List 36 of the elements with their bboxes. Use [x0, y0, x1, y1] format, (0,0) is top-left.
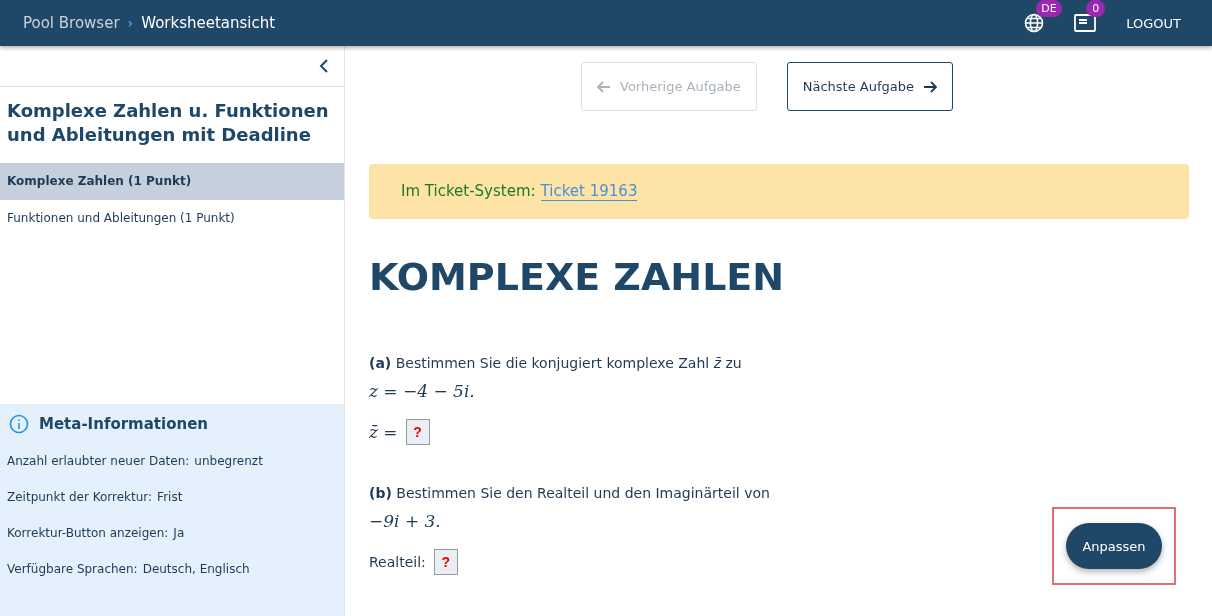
next-task-button[interactable]: Nächste Aufgabe: [786, 62, 953, 111]
arrow-right-icon: [923, 80, 937, 93]
meta-title: Meta-Informationen: [39, 415, 208, 433]
meta-label: Verfügbare Sprachen:: [7, 562, 138, 576]
meta-label: Anzahl erlaubter neuer Daten:: [7, 454, 190, 468]
question-text: (b) Bestimmen Sie den Realteil und den Imaginärteil von: [369, 485, 771, 501]
arrow-left-icon: [597, 80, 611, 93]
meta-value: unbegrenzt: [194, 454, 263, 468]
message-count-badge: 0: [1086, 0, 1106, 17]
meta-value: Ja: [173, 526, 185, 540]
globe-icon[interactable]: [1024, 13, 1045, 33]
info-icon: [9, 414, 29, 434]
task-heading: KOMPLEXE ZAHLEN: [369, 255, 786, 299]
meta-label: Korrektur-Button anzeigen:: [7, 526, 169, 540]
language-badge: DE: [1036, 0, 1062, 17]
meta-value: Deutsch, Englisch: [142, 562, 250, 576]
math-formula: −9i + 3.: [369, 511, 442, 531]
answer-label: z̄ =: [369, 422, 398, 442]
worksheet-title: Komplexe Zahlen u. Funktionen und Ableitungen mit Deadline: [7, 99, 330, 147]
notice-text: Im Ticket-System:: [401, 182, 536, 201]
answer-label: Realteil:: [369, 554, 426, 570]
answer-box[interactable]: ?: [405, 419, 430, 445]
message-icon[interactable]: [1074, 13, 1097, 33]
meta-value: Frist: [157, 490, 183, 504]
collapse-icon[interactable]: [319, 59, 329, 73]
question-text: (a) Bestimmen Sie die konjugiert komplexe Zahl z̄ zu: [369, 355, 743, 371]
breadcrumb-separator: ›: [127, 15, 134, 31]
math-formula: z = −4 − 5i.: [369, 381, 476, 401]
task-list-item[interactable]: Komplexe Zahlen (1 Punkt): [0, 163, 344, 200]
breadcrumb-link[interactable]: Worksheetansicht: [141, 14, 276, 32]
breadcrumb-link[interactable]: Pool Browser: [23, 14, 120, 32]
adjust-button[interactable]: Anpassen: [1066, 523, 1162, 569]
task-list-item[interactable]: Funktionen und Ableitungen (1 Punkt): [0, 200, 344, 237]
logout-link[interactable]: LOGOUT: [1126, 15, 1181, 31]
answer-box[interactable]: ?: [433, 549, 458, 575]
meta-label: Zeitpunkt der Korrektur:: [7, 490, 153, 504]
